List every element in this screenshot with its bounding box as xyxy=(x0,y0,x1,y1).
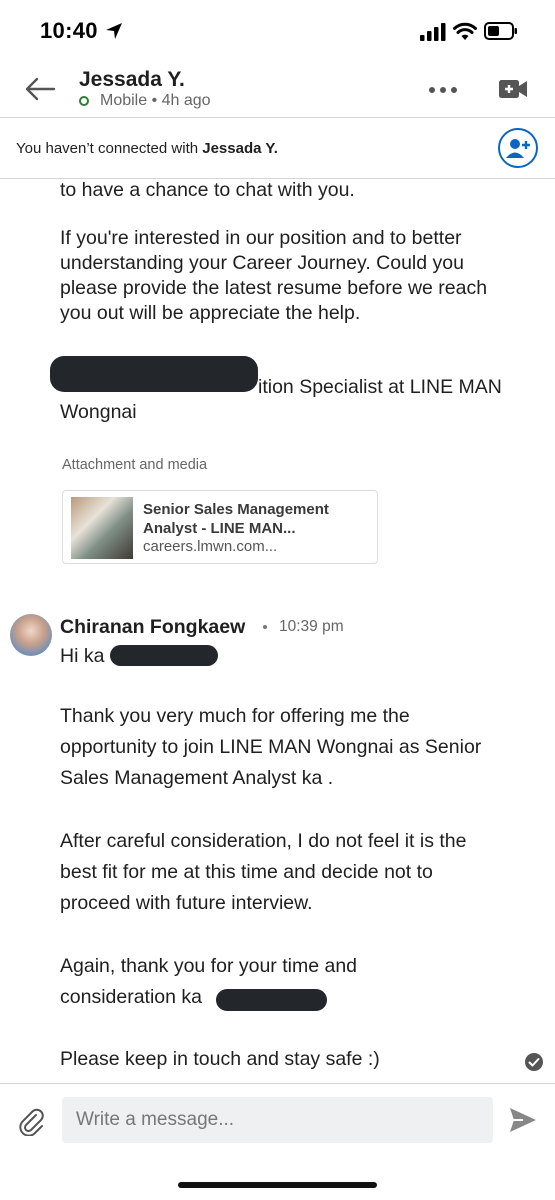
signature-company: Wongnai xyxy=(60,401,137,423)
online-status-icon xyxy=(79,96,89,106)
location-arrow-icon xyxy=(106,23,122,39)
status-time: 10:40 xyxy=(40,18,98,43)
cellular-signal-icon xyxy=(420,23,446,41)
paperclip-icon[interactable] xyxy=(16,1106,46,1136)
attachment-url: careers.lmwn.com... xyxy=(143,538,278,555)
wifi-icon xyxy=(453,22,477,40)
message-input[interactable] xyxy=(62,1097,493,1143)
message-text: Again, thank you for your time and xyxy=(60,955,358,977)
message-text: to have a chance to chat with you. xyxy=(60,179,355,201)
add-connection-icon[interactable] xyxy=(498,128,538,168)
connection-banner: You haven’t connected with Jessada Y. xyxy=(16,140,278,157)
sender-name[interactable]: Chiranan Fongkaew xyxy=(60,616,245,639)
redaction-bar xyxy=(110,645,218,666)
signature-title: ition Specialist at LINE MAN xyxy=(258,376,502,398)
separator-dot xyxy=(263,625,267,629)
battery-icon xyxy=(484,22,517,40)
read-receipt-icon xyxy=(525,1053,543,1071)
more-dots-icon[interactable] xyxy=(428,86,458,94)
message-text: After careful consideration, I do not fe… xyxy=(60,830,467,914)
composer-divider xyxy=(0,1083,555,1084)
avatar[interactable] xyxy=(10,614,52,656)
message-text: Thank you very much for offering me the … xyxy=(60,705,482,789)
header-divider xyxy=(0,117,555,118)
redaction-bar xyxy=(216,989,327,1011)
message-time: 10:39 pm xyxy=(279,618,344,635)
attachment-label: Attachment and media xyxy=(62,457,208,473)
presence-status: Mobile • 4h ago xyxy=(100,92,211,109)
message-text: Please keep in touch and stay safe :) xyxy=(60,1048,380,1070)
arrow-left-icon[interactable] xyxy=(24,76,56,102)
message-text: consideration ka xyxy=(60,986,203,1008)
contact-name[interactable]: Jessada Y. xyxy=(79,68,185,92)
redaction-bar xyxy=(50,356,258,392)
banner-text: You haven’t connected with xyxy=(16,140,203,157)
attachment-thumbnail xyxy=(71,497,133,559)
home-indicator[interactable] xyxy=(178,1182,377,1188)
video-call-icon[interactable] xyxy=(498,77,528,101)
message-text: If you're interested in our position and… xyxy=(60,227,488,324)
banner-name: Jessada Y. xyxy=(202,140,278,157)
send-icon[interactable] xyxy=(508,1106,538,1134)
attachment-title[interactable]: Senior Sales Management Analyst - LINE M… xyxy=(143,500,368,538)
